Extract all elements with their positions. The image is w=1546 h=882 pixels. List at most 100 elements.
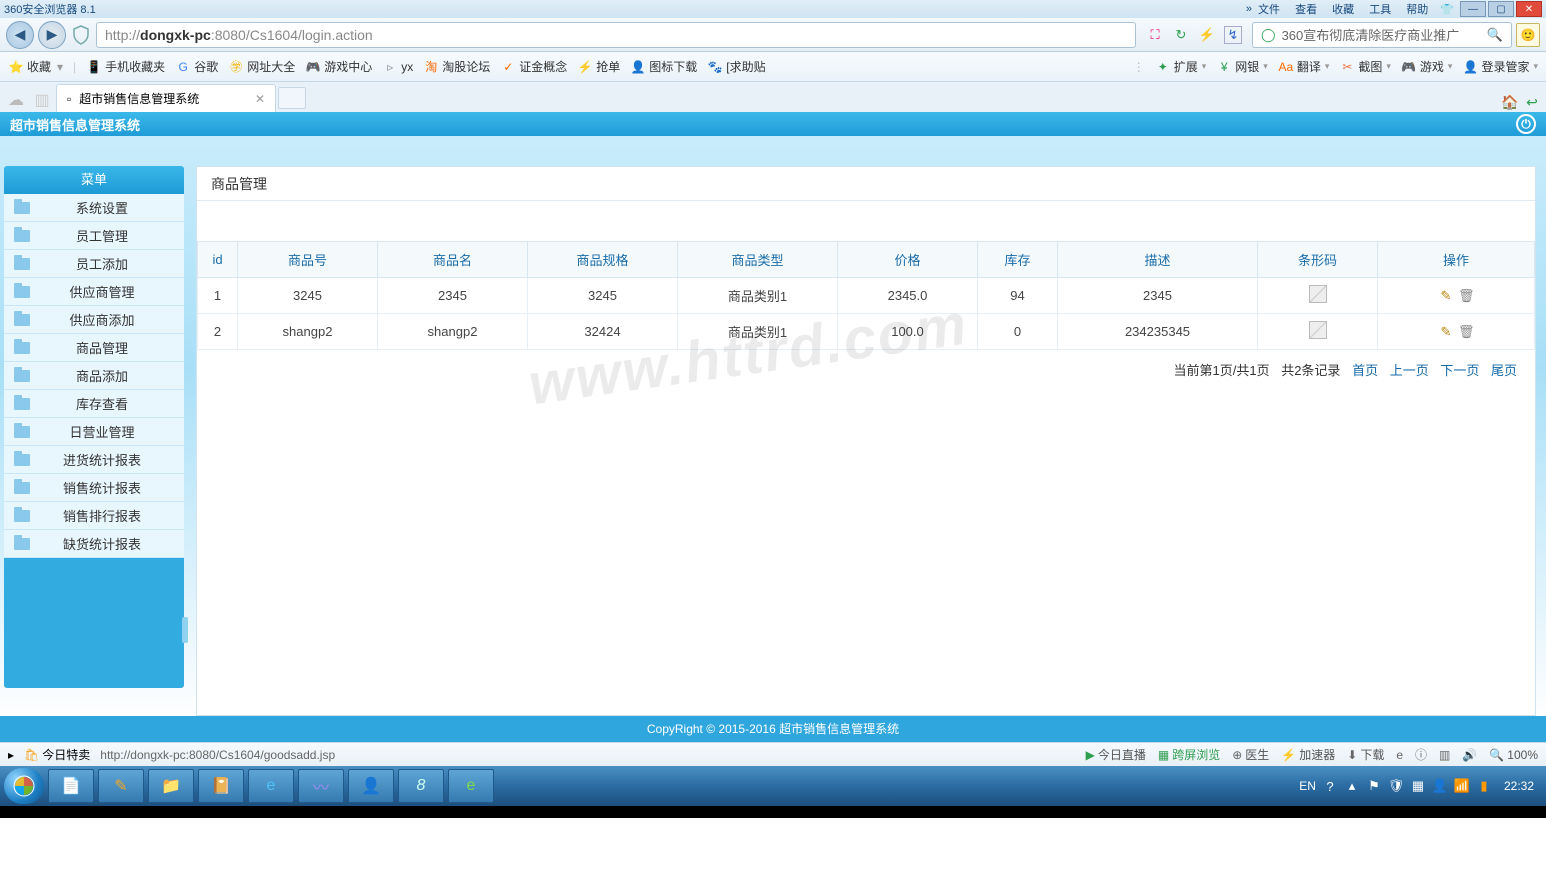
- tray-flag-icon[interactable]: ⚑: [1366, 778, 1382, 794]
- task-app-3[interactable]: 📁: [148, 769, 194, 803]
- browser-navbar: ◀ ▶ http://dongxk-pc:8080/Cs1604/login.a…: [0, 18, 1546, 52]
- menu-help[interactable]: 帮助: [1406, 4, 1428, 16]
- sidebar-item-5[interactable]: 商品管理: [4, 334, 184, 362]
- bookmark-7[interactable]: ✓证金概念: [500, 58, 567, 75]
- status-item-4[interactable]: ⬇下载: [1347, 746, 1384, 763]
- task-ie[interactable]: e: [248, 769, 294, 803]
- flash-icon[interactable]: ⚡: [1198, 26, 1216, 44]
- tray-clock[interactable]: 22:32: [1504, 779, 1534, 793]
- tray-up-icon[interactable]: ▴: [1344, 778, 1360, 794]
- sidebar-item-2[interactable]: 员工添加: [4, 250, 184, 278]
- search-box[interactable]: ◯ 360宣布彻底清除医疗商业推广 🔍: [1252, 22, 1512, 48]
- task-app-5[interactable]: 〰: [298, 769, 344, 803]
- bookmark-5[interactable]: ▹yx: [382, 59, 413, 75]
- refresh-icon[interactable]: ↻: [1172, 26, 1190, 44]
- bookmark-3[interactable]: ㊫网址大全: [228, 58, 295, 75]
- home-icon[interactable]: 🏠: [1500, 92, 1520, 112]
- menu-fav[interactable]: 收藏: [1332, 4, 1354, 16]
- cloud-icon[interactable]: ☁: [4, 88, 28, 112]
- bookmark-0[interactable]: ⭐收藏: [8, 58, 51, 75]
- toolbar-3[interactable]: ✂截图▾: [1339, 58, 1391, 75]
- sidebar-item-11[interactable]: 销售排行报表: [4, 502, 184, 530]
- undo-close-icon[interactable]: ↩: [1522, 92, 1542, 112]
- tray-lang[interactable]: EN: [1299, 779, 1316, 793]
- back-button[interactable]: ◀: [6, 21, 34, 49]
- sidebar-item-0[interactable]: 系统设置: [4, 194, 184, 222]
- edit-icon[interactable]: ✎: [1438, 324, 1454, 340]
- sidebar-item-4[interactable]: 供应商添加: [4, 306, 184, 334]
- pager-prev[interactable]: 上一页: [1390, 363, 1429, 378]
- task-app-7[interactable]: 8: [398, 769, 444, 803]
- task-360[interactable]: e: [448, 769, 494, 803]
- minimize-button[interactable]: —: [1460, 1, 1486, 17]
- status-item-9[interactable]: 🔍100%: [1489, 748, 1538, 762]
- tray-box-icon[interactable]: ▦: [1410, 778, 1426, 794]
- sync-icon[interactable]: ▥: [30, 88, 54, 112]
- skin-icon[interactable]: 👕: [1440, 3, 1454, 16]
- sidebar-item-6[interactable]: 商品添加: [4, 362, 184, 390]
- block-icon[interactable]: ⛶: [1146, 26, 1164, 44]
- bookmark-9[interactable]: 👤图标下载: [630, 58, 697, 75]
- bookmark-6[interactable]: 淘淘股论坛: [423, 58, 490, 75]
- user-avatar[interactable]: 🙂: [1516, 23, 1540, 47]
- tray-shield-icon[interactable]: 🛡: [1388, 778, 1404, 794]
- tray-net-icon[interactable]: 📶: [1454, 778, 1470, 794]
- folder-icon: [14, 286, 30, 298]
- menu-view[interactable]: 查看: [1295, 4, 1317, 16]
- status-item-2[interactable]: ⊕医生: [1232, 746, 1269, 763]
- logout-button[interactable]: ⏻: [1516, 114, 1536, 134]
- sidebar-item-12[interactable]: 缺货统计报表: [4, 530, 184, 558]
- menu-file[interactable]: 文件: [1258, 4, 1280, 16]
- compat-icon[interactable]: ↯: [1224, 26, 1242, 44]
- status-chevron[interactable]: ▸: [8, 748, 14, 762]
- menu-tools[interactable]: 工具: [1369, 4, 1391, 16]
- bookmark-8[interactable]: ⚡抢单: [577, 58, 620, 75]
- task-app-2[interactable]: ✎: [98, 769, 144, 803]
- status-item-1[interactable]: ▦跨屏浏览: [1158, 746, 1220, 763]
- task-app-1[interactable]: 📄: [48, 769, 94, 803]
- sidebar-item-1[interactable]: 员工管理: [4, 222, 184, 250]
- new-tab-button[interactable]: [278, 87, 306, 109]
- tray-user-icon[interactable]: 👤: [1432, 778, 1448, 794]
- bookmark-10[interactable]: 🐾[求助贴: [707, 58, 765, 75]
- toolbar-2[interactable]: Aa翻译▾: [1278, 58, 1330, 75]
- pager-last[interactable]: 尾页: [1491, 363, 1517, 378]
- status-item-6[interactable]: ⓘ: [1415, 746, 1427, 763]
- pager-next[interactable]: 下一页: [1440, 363, 1479, 378]
- shield-icon[interactable]: [70, 24, 92, 46]
- forward-button[interactable]: ▶: [38, 21, 66, 49]
- toolbar-4[interactable]: 🎮游戏▾: [1401, 58, 1453, 75]
- sidebar-item-10[interactable]: 销售统计报表: [4, 474, 184, 502]
- tray-misc-icon[interactable]: ▮: [1476, 778, 1492, 794]
- browser-tab[interactable]: ▫ 超市销售信息管理系统 ✕: [56, 84, 276, 112]
- bookmark-2[interactable]: G谷歌: [175, 58, 218, 75]
- toolbar-5[interactable]: 👤登录管家▾: [1462, 58, 1538, 75]
- bookmark-4[interactable]: 🎮游戏中心: [305, 58, 372, 75]
- maximize-button[interactable]: ▢: [1488, 1, 1514, 17]
- sidebar-item-7[interactable]: 库存查看: [4, 390, 184, 418]
- start-button[interactable]: [4, 768, 44, 804]
- bookmark-1[interactable]: 📱手机收藏夹: [86, 58, 165, 75]
- delete-icon[interactable]: 🗑: [1458, 324, 1474, 340]
- status-item-3[interactable]: ⚡加速器: [1281, 746, 1335, 763]
- status-item-7[interactable]: ▥: [1439, 748, 1450, 762]
- sidebar-item-8[interactable]: 日营业管理: [4, 418, 184, 446]
- status-deal[interactable]: 🛍今日特卖: [24, 746, 90, 763]
- sidebar-item-9[interactable]: 进货统计报表: [4, 446, 184, 474]
- tab-close-icon[interactable]: ✕: [255, 92, 265, 106]
- close-button[interactable]: ✕: [1516, 1, 1542, 17]
- url-bar[interactable]: http://dongxk-pc:8080/Cs1604/login.actio…: [96, 22, 1136, 48]
- search-icon[interactable]: 🔍: [1487, 27, 1503, 43]
- edit-icon[interactable]: ✎: [1438, 288, 1454, 304]
- status-item-5[interactable]: e: [1396, 748, 1403, 762]
- status-item-0[interactable]: ▶今日直播: [1086, 746, 1146, 763]
- task-app-4[interactable]: 📔: [198, 769, 244, 803]
- toolbar-0[interactable]: ✦扩展▾: [1155, 58, 1207, 75]
- status-item-8[interactable]: 🔊: [1462, 748, 1477, 762]
- task-app-6[interactable]: 👤: [348, 769, 394, 803]
- tray-help-icon[interactable]: ?: [1322, 778, 1338, 794]
- pager-first[interactable]: 首页: [1352, 363, 1378, 378]
- toolbar-1[interactable]: ¥网银▾: [1216, 58, 1268, 75]
- delete-icon[interactable]: 🗑: [1458, 288, 1474, 304]
- sidebar-item-3[interactable]: 供应商管理: [4, 278, 184, 306]
